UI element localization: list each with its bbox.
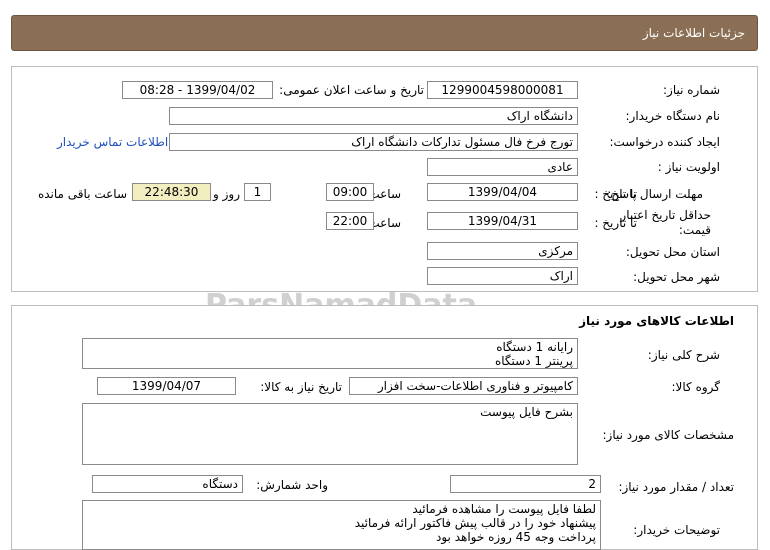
summary-field: رایانه 1 دستگاه پرینتر 1 دستگاه xyxy=(82,338,578,369)
qty-field: 2 xyxy=(450,475,601,493)
qty-label: تعداد / مقدار مورد نیاز: xyxy=(618,480,734,494)
buyer-notes-line: پیشنهاد خود را در قالب پیش فاکتور ارائه … xyxy=(354,516,596,530)
need-number-label: شماره نیاز: xyxy=(663,83,720,97)
priority-label: اولویت نیاز : xyxy=(657,160,720,174)
need-date-field: 1399/04/07 xyxy=(97,377,236,395)
group-label: گروه کالا: xyxy=(671,380,721,394)
province-label: استان محل تحویل: xyxy=(625,245,720,259)
page-header: جزئیات اطلاعات نیاز xyxy=(11,15,758,51)
buyer-notes-field: لطفا فایل پیوست را مشاهده فرمائید پیشنها… xyxy=(82,500,601,550)
creator-label: ایجاد کننده درخواست: xyxy=(609,135,720,149)
buyer-org-label: نام دستگاه خریدار: xyxy=(625,109,721,123)
days-remaining-field: 1 xyxy=(244,183,271,201)
city-label: شهر محل تحویل: xyxy=(633,270,720,284)
remaining-label: ساعت باقی مانده xyxy=(37,187,127,201)
specs-field: بشرح فایل پیوست xyxy=(82,403,578,465)
buyer-org-field: دانشگاه اراک xyxy=(169,107,578,125)
days-label: روز و xyxy=(213,187,240,201)
goods-section-title: اطلاعات کالاهای مورد نیاز xyxy=(579,314,734,328)
group-field: کامپیوتر و فناوری اطلاعات-سخت افزار xyxy=(349,377,578,395)
price-date-field: 1399/04/31 xyxy=(427,212,578,230)
unit-field: دستگاه xyxy=(92,475,243,493)
summary-line: رایانه 1 دستگاه xyxy=(496,340,573,354)
buyer-notes-line: پرداخت وجه 45 روزه خواهد بود xyxy=(436,530,596,544)
buyer-notes-line: لطفا فایل پیوست را مشاهده فرمائید xyxy=(412,502,596,516)
specs-label: مشخصات کالای مورد نیاز: xyxy=(602,428,734,442)
price-time-field: 22:00 xyxy=(326,212,374,230)
reply-date-field: 1399/04/04 xyxy=(427,183,578,201)
summary-line: پرینتر 1 دستگاه xyxy=(494,354,573,368)
buyer-notes-label: توضیحات خریدار: xyxy=(633,523,720,537)
reply-until-label: تا تاریخ : xyxy=(594,187,637,201)
unit-label: واحد شمارش: xyxy=(256,478,328,492)
priority-field: عادی xyxy=(427,158,578,176)
page-title: جزئیات اطلاعات نیاز xyxy=(642,26,745,40)
buyer-contact-link[interactable]: اطلاعات تماس خریدار xyxy=(57,135,168,149)
summary-label: شرح کلی نیاز: xyxy=(647,348,720,362)
announce-label: تاریخ و ساعت اعلان عمومی: xyxy=(279,83,424,97)
remaining-time-field: 22:48:30 xyxy=(132,183,211,201)
announce-field: 1399/04/02 - 08:28 xyxy=(122,81,273,99)
province-field: مرکزی xyxy=(427,242,578,260)
reply-time-field: 09:00 xyxy=(326,183,374,201)
creator-field: تورج فرخ فال مسئول تدارکات دانشگاه اراک xyxy=(169,133,578,151)
price-until-label: تا تاریخ : xyxy=(594,216,637,230)
need-date-label: تاریخ نیاز به کالا: xyxy=(260,380,342,394)
need-number-field: 1299004598000081 xyxy=(427,81,578,99)
city-field: اراک xyxy=(427,267,578,285)
